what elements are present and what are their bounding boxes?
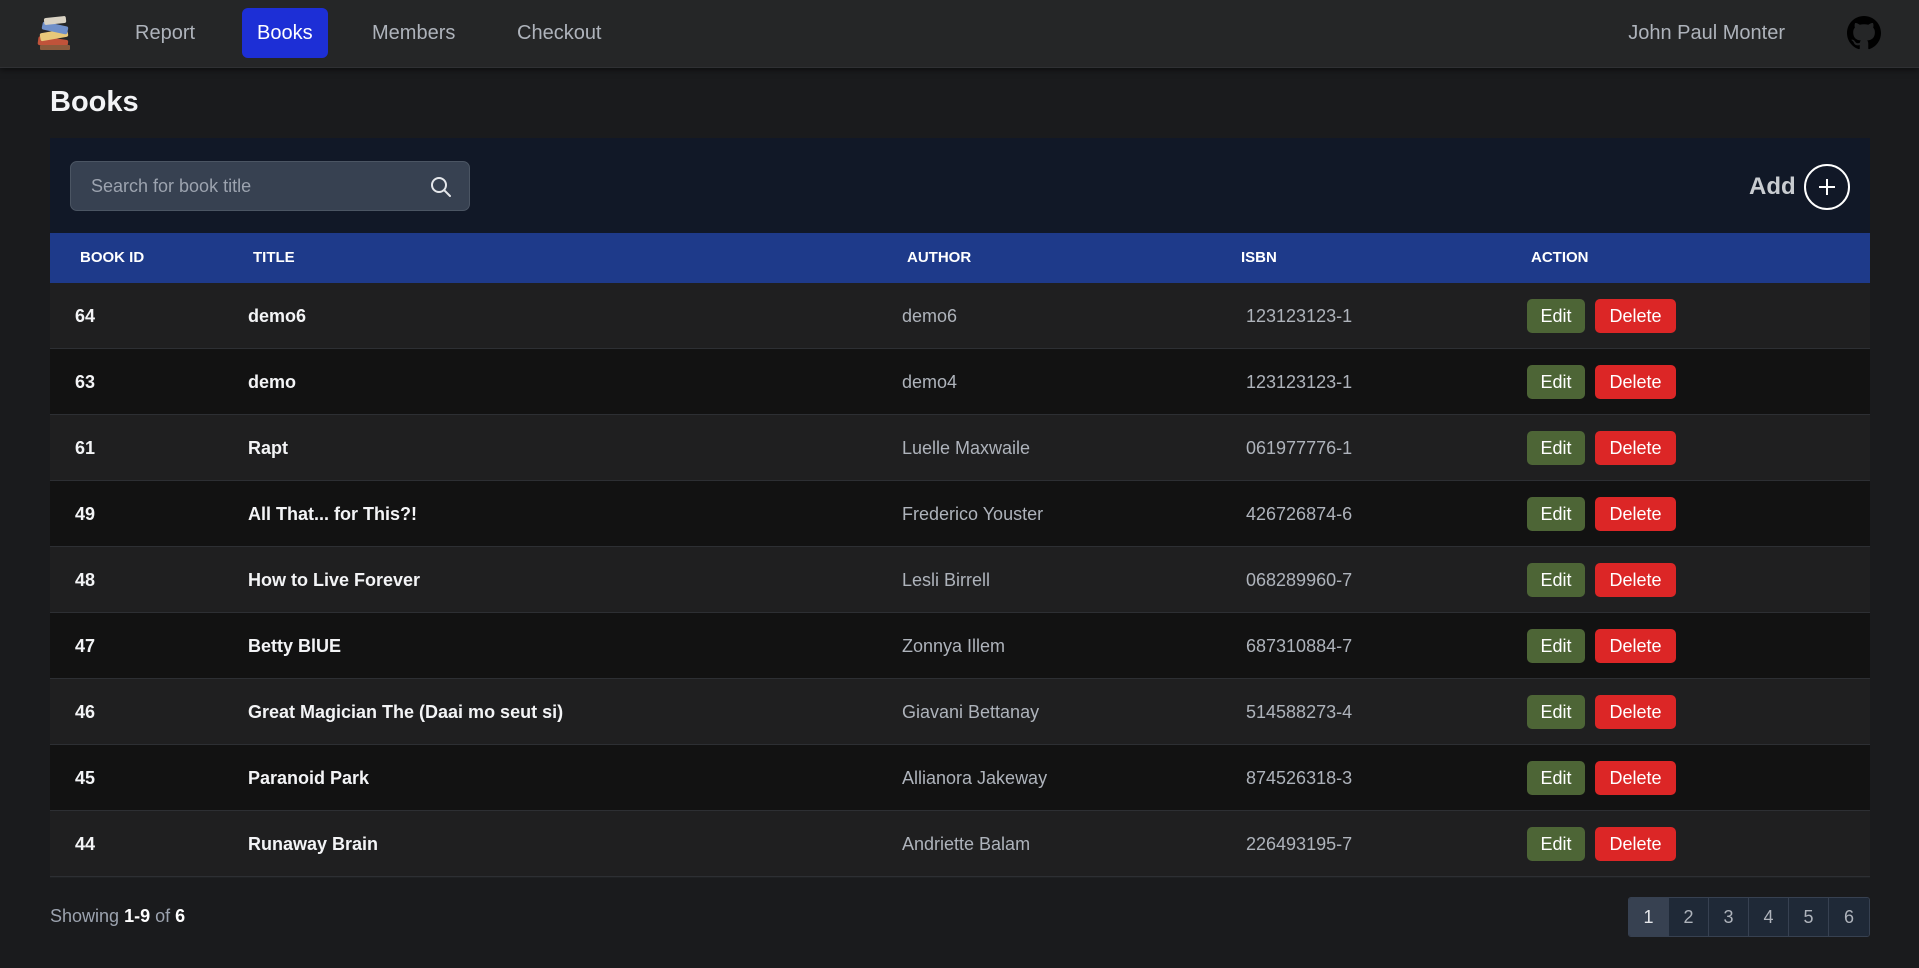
book-isbn-cell: 123123123-1 xyxy=(1246,306,1353,326)
table-body: 64 demo6 demo6 123123123-1 Edit Delete 63 demo d… xyxy=(50,283,1870,877)
edit-button[interactable]: Edit xyxy=(1527,563,1585,597)
book-isbn-cell: 514588273-4 xyxy=(1246,702,1353,722)
showing-prefix: Showing xyxy=(50,906,120,926)
book-author-cell: Zonnya Illem xyxy=(902,636,1006,656)
page-button[interactable]: 1 xyxy=(1629,898,1669,936)
books-panel: Add Book ID Title Author ISBN Action 64 d… xyxy=(50,138,1870,878)
delete-button[interactable]: Delete xyxy=(1595,761,1676,795)
showing-total: 6 xyxy=(175,906,186,926)
table-header: Book ID Title Author ISBN Action xyxy=(50,233,1870,283)
table-row: 61 Rapt Luelle Maxwaile 061977776-1 Edit Dele… xyxy=(50,415,1870,481)
edit-button[interactable]: Edit xyxy=(1527,497,1585,531)
table-row: 47 Betty BlUE Zonnya Illem 687310884-7 Edit D… xyxy=(50,613,1870,679)
book-author-cell: Frederico Youster xyxy=(902,504,1044,524)
delete-button[interactable]: Delete xyxy=(1595,629,1676,663)
book-id-cell: 49 xyxy=(75,504,96,524)
book-isbn-cell: 123123123-1 xyxy=(1246,372,1353,392)
book-title-cell: Runaway Brain xyxy=(248,834,379,854)
book-id-cell: 61 xyxy=(75,438,96,458)
book-id-cell: 48 xyxy=(75,570,96,590)
book-id-cell: 64 xyxy=(75,306,96,326)
table-row: 63 demo demo4 123123123-1 Edit Delete xyxy=(50,349,1870,415)
search-icon[interactable] xyxy=(429,175,453,199)
book-id-cell: 45 xyxy=(75,768,96,788)
book-title-cell: All That... for This?! xyxy=(248,504,417,524)
nav-report[interactable]: Report xyxy=(120,8,210,58)
book-title-cell: Great Magician The (Daai mo seut si) xyxy=(248,702,564,722)
delete-button[interactable]: Delete xyxy=(1595,299,1676,333)
page-button[interactable]: 4 xyxy=(1749,898,1789,936)
column-header-action: Action xyxy=(1531,249,1589,266)
book-author-cell: Giavani Bettanay xyxy=(902,702,1040,722)
edit-button[interactable]: Edit xyxy=(1527,827,1585,861)
page-button[interactable]: 2 xyxy=(1669,898,1709,936)
page-button[interactable]: 3 xyxy=(1709,898,1749,936)
book-isbn-cell: 061977776-1 xyxy=(1246,438,1353,458)
delete-button[interactable]: Delete xyxy=(1595,365,1676,399)
navbar: Report Books Members Checkout John Paul … xyxy=(0,0,1919,68)
github-icon[interactable] xyxy=(1847,16,1881,50)
add-label: Add xyxy=(1749,173,1796,200)
edit-button[interactable]: Edit xyxy=(1527,299,1585,333)
column-header-isbn[interactable]: ISBN xyxy=(1241,233,1277,283)
delete-button[interactable]: Delete xyxy=(1595,431,1676,465)
pagination: 123456 xyxy=(1628,897,1870,937)
table-row: 49 All That... for This?! Frederico Youste… xyxy=(50,481,1870,547)
table-toolbar: Add xyxy=(50,138,1870,233)
book-title-cell: How to Live Forever xyxy=(248,570,421,590)
book-isbn-cell: 068289960-7 xyxy=(1246,570,1353,590)
search-box[interactable] xyxy=(70,161,470,211)
search-input[interactable] xyxy=(71,162,411,210)
showing-of: of xyxy=(155,906,171,926)
book-title-cell: demo6 xyxy=(248,306,307,326)
showing-summary: Showing 1-9 of 6 xyxy=(50,906,185,927)
table-row: 48 How to Live Forever Lesli Birrell 068289… xyxy=(50,547,1870,613)
book-title-cell: Rapt xyxy=(248,438,288,458)
book-title-cell: Betty BlUE xyxy=(248,636,342,656)
book-author-cell: Allianora Jakeway xyxy=(902,768,1048,788)
book-author-cell: demo6 xyxy=(902,306,958,326)
book-title-cell: Paranoid Park xyxy=(248,768,370,788)
book-isbn-cell: 426726874-6 xyxy=(1246,504,1353,524)
book-id-cell: 63 xyxy=(75,372,96,392)
page-button[interactable]: 6 xyxy=(1829,898,1869,936)
edit-button[interactable]: Edit xyxy=(1527,761,1585,795)
nav-members[interactable]: Members xyxy=(357,8,470,58)
column-header-author[interactable]: Author xyxy=(907,233,971,283)
page-button[interactable]: 5 xyxy=(1789,898,1829,936)
delete-button[interactable]: Delete xyxy=(1595,497,1676,531)
book-author-cell: Luelle Maxwaile xyxy=(902,438,1031,458)
book-isbn-cell: 874526318-3 xyxy=(1246,768,1353,788)
book-author-cell: Andriette Balam xyxy=(902,834,1031,854)
book-id-cell: 47 xyxy=(75,636,96,656)
page-title: Books xyxy=(50,86,139,118)
add-book-button[interactable]: Add xyxy=(1749,164,1850,210)
edit-button[interactable]: Edit xyxy=(1527,695,1585,729)
book-id-cell: 44 xyxy=(75,834,96,854)
column-header-title[interactable]: Title xyxy=(253,233,295,283)
nav-checkout[interactable]: Checkout xyxy=(502,8,617,58)
delete-button[interactable]: Delete xyxy=(1595,563,1676,597)
edit-button[interactable]: Edit xyxy=(1527,629,1585,663)
book-isbn-cell: 226493195-7 xyxy=(1246,834,1353,854)
delete-button[interactable]: Delete xyxy=(1595,695,1676,729)
table-row: 44 Runaway Brain Andriette Balam 226493195-… xyxy=(50,811,1870,877)
book-title-cell: demo xyxy=(248,372,297,392)
table-row: 45 Paranoid Park Allianora Jakeway 87452631… xyxy=(50,745,1870,811)
showing-range: 1-9 xyxy=(124,906,151,926)
nav-books[interactable]: Books xyxy=(242,8,328,58)
table-row: 64 demo6 demo6 123123123-1 Edit Delete xyxy=(50,283,1870,349)
book-id-cell: 46 xyxy=(75,702,96,722)
delete-button[interactable]: Delete xyxy=(1595,827,1676,861)
book-author-cell: Lesli Birrell xyxy=(902,570,991,590)
book-isbn-cell: 687310884-7 xyxy=(1246,636,1353,656)
column-header-book-id[interactable]: Book ID xyxy=(80,233,144,283)
books-stack-icon[interactable] xyxy=(34,14,76,54)
user-name[interactable]: John Paul Monter xyxy=(1628,8,1785,58)
edit-button[interactable]: Edit xyxy=(1527,365,1585,399)
plus-circle-icon[interactable] xyxy=(1803,164,1850,210)
book-author-cell: demo4 xyxy=(902,372,958,392)
table-row: 46 Great Magician The (Daai mo seut si) Gi… xyxy=(50,679,1870,745)
edit-button[interactable]: Edit xyxy=(1527,431,1585,465)
